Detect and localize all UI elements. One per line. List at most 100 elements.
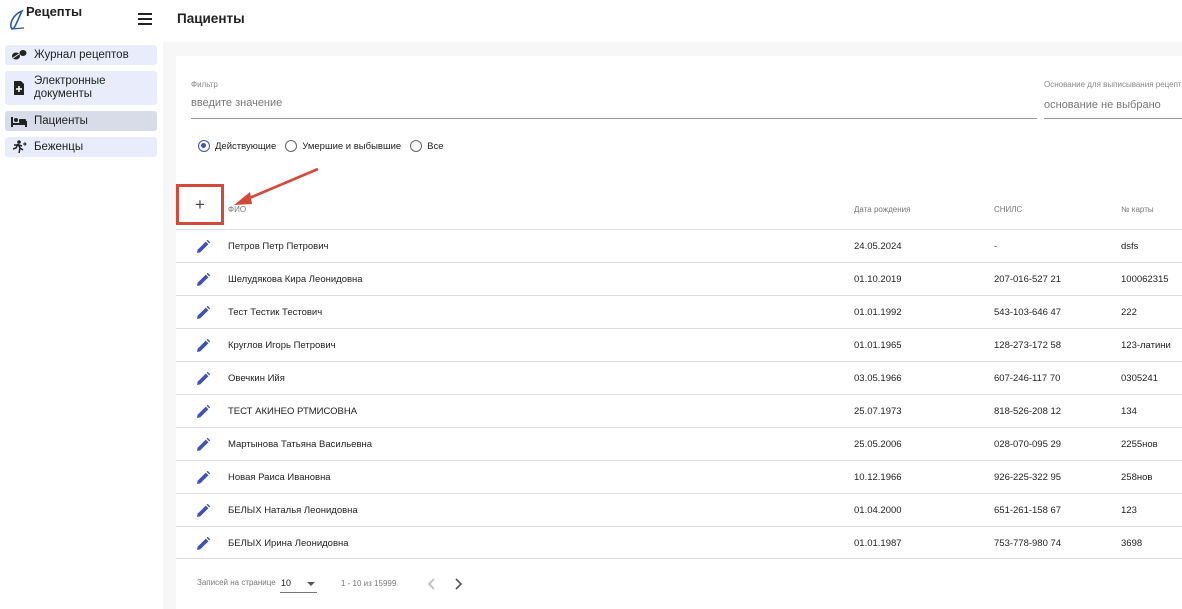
edit-pencil-icon[interactable] (195, 371, 211, 387)
cell-fio: Мартынова Татьяна Васильевна (228, 439, 373, 450)
cell-snils: 028-070-095 29 (994, 439, 1062, 450)
edit-pencil-icon[interactable] (195, 239, 211, 255)
bed-icon (11, 114, 27, 128)
edit-pencil-icon[interactable] (195, 437, 211, 453)
cell-fio: Новая Раиса Ивановна (228, 472, 331, 483)
cell-dob: 24.05.2024 (854, 241, 902, 252)
add-patient-button[interactable]: + (176, 184, 224, 225)
table-row[interactable]: БЕЛЫХ Наталья Леонидовна 01.04.2000 651-26… (176, 493, 1182, 526)
cell-card-number: 123-латини (1121, 340, 1171, 351)
cell-dob: 01.01.1987 (854, 538, 902, 549)
edit-pencil-icon[interactable] (195, 272, 211, 288)
cell-snils: 543-103-646 47 (994, 307, 1062, 318)
edit-pencil-icon[interactable] (195, 470, 211, 486)
brand[interactable] (8, 8, 28, 32)
edit-pencil-icon[interactable] (195, 338, 211, 354)
basis-select[interactable]: основание не выбрано (1044, 99, 1161, 111)
cell-card-number: dsfs (1121, 241, 1139, 252)
sidebar: Рецепты Журнал рецептов Электронные доку… (0, 0, 163, 609)
cell-dob: 01.04.2000 (854, 505, 902, 516)
cell-fio: БЕЛЫХ Ирина Леонидовна (228, 538, 349, 549)
radio-checked-icon (198, 140, 210, 152)
table-row[interactable]: Шелудякова Кира Леонидовна 01.10.2019 207-… (176, 262, 1182, 295)
cell-fio: Круглов Игорь Петрович (228, 340, 336, 351)
sidebar-item-label: Журнал рецептов (34, 48, 129, 61)
table-row[interactable]: Овечкин Ийя 03.05.1966 607-246-117 70 03052… (176, 361, 1182, 394)
cell-card-number: 100062315 (1121, 274, 1169, 285)
sidebar-item-label: Беженцы (34, 140, 84, 153)
table-row[interactable]: Новая Раиса Ивановна 10.12.1966 926-225-32… (176, 460, 1182, 493)
cell-snils: 753-778-980 74 (994, 538, 1062, 549)
sidebar-item-patients[interactable]: Пациенты (5, 111, 157, 131)
page-title: Пациенты (177, 11, 245, 26)
edit-pencil-icon[interactable] (195, 536, 211, 552)
cell-card-number: 134 (1121, 406, 1137, 417)
filter-input[interactable]: введите значение (191, 97, 282, 109)
cell-snils: 207-016-527 21 (994, 274, 1062, 285)
cell-card-number: 2255нов (1121, 439, 1158, 450)
cell-card-number: 0305241 (1121, 373, 1158, 384)
running-person-icon (11, 140, 27, 154)
cell-snils: - (994, 241, 998, 252)
chevron-right-icon[interactable] (451, 576, 465, 592)
pills-icon (11, 48, 27, 62)
radio-all[interactable]: Все (410, 140, 444, 152)
table-row[interactable]: Петров Петр Петрович 24.05.2024 - dsfs (176, 229, 1182, 262)
table-row[interactable]: Тест Тестик Тестович 01.01.1992 543-103-64… (176, 295, 1182, 328)
menu-icon[interactable] (138, 13, 152, 25)
rows-per-page-value: 10 (281, 578, 292, 588)
cell-dob: 25.07.1973 (854, 406, 902, 417)
sidebar-item-refugees[interactable]: Беженцы (5, 137, 157, 157)
column-header-card[interactable]: № карты (1121, 205, 1154, 214)
cell-fio: Тест Тестик Тестович (228, 307, 323, 318)
filter-label: Фильтр (191, 80, 218, 89)
cell-card-number: 258нов (1121, 472, 1153, 483)
sidebar-item-e-documents[interactable]: Электронные документы (5, 71, 157, 105)
column-header-snils[interactable]: СНИЛС (994, 205, 1022, 214)
pager-label: Записей на странице (197, 578, 276, 587)
table-row[interactable]: ТЕСТ АКИНЕО РТМИСОВНА 25.07.1973 818-526-2… (176, 394, 1182, 427)
cell-dob: 01.01.1992 (854, 307, 902, 318)
column-header-fio[interactable]: ФИО (228, 205, 246, 214)
radio-deceased[interactable]: Умершие и выбывшие (285, 140, 401, 152)
cell-dob: 10.12.1966 (854, 472, 902, 483)
cell-card-number: 123 (1121, 505, 1137, 516)
column-header-dob[interactable]: Дата рождения (854, 205, 910, 214)
cell-fio: Шелудякова Кира Леонидовна (228, 274, 363, 285)
edit-pencil-icon[interactable] (195, 305, 211, 321)
annotation-arrow-icon (234, 167, 319, 205)
table-row[interactable]: Мартынова Татьяна Васильевна 25.05.2006 02… (176, 427, 1182, 460)
cell-fio: Овечкин Ийя (228, 373, 285, 384)
cell-card-number: 222 (1121, 307, 1137, 318)
table-row[interactable]: БЕЛЫХ Ирина Леонидовна 01.01.1987 753-778-… (176, 526, 1182, 559)
edit-pencil-icon[interactable] (195, 404, 211, 420)
status-radio-group: Действующие Умершие и выбывшие Все (198, 140, 453, 152)
sidebar-item-label: Электронные документы (34, 75, 106, 100)
sidebar-item-prescriptions-log[interactable]: Журнал рецептов (5, 45, 157, 65)
cell-fio: БЕЛЫХ Наталья Леонидовна (228, 505, 358, 516)
chevron-down-icon (307, 582, 315, 586)
radio-label: Действующие (215, 140, 277, 152)
rows-per-page-select[interactable]: 10 (280, 576, 317, 593)
radio-unchecked-icon (410, 140, 423, 152)
table-row[interactable]: Круглов Игорь Петрович 01.01.1965 128-273-… (176, 328, 1182, 361)
sidebar-item-label: Пациенты (34, 114, 88, 127)
radio-active[interactable]: Действующие (198, 140, 276, 152)
cell-dob: 25.05.2006 (854, 439, 902, 450)
cell-snils: 651-261-158 67 (994, 505, 1062, 516)
patients-table-body: Петров Петр Петрович 24.05.2024 - dsfs Шелуд… (176, 229, 1182, 559)
document-add-icon (11, 81, 27, 95)
basis-label: Основание для выписывания рецептов (1044, 80, 1182, 89)
cell-snils: 926-225-322 95 (994, 472, 1062, 483)
radio-label: Все (427, 140, 444, 152)
pager-range: 1 - 10 из 15999 (341, 579, 397, 588)
cell-snils: 128-273-172 58 (994, 340, 1062, 351)
edit-pencil-icon[interactable] (195, 503, 211, 519)
cell-dob: 01.01.1965 (854, 340, 902, 351)
radio-label: Умершие и выбывшие (302, 140, 402, 152)
cell-dob: 03.05.1966 (854, 373, 902, 384)
cell-snils: 818-526-208 12 (994, 406, 1062, 417)
chevron-left-icon[interactable] (425, 576, 439, 592)
filter-underline (191, 118, 1037, 119)
radio-unchecked-icon (285, 140, 298, 152)
